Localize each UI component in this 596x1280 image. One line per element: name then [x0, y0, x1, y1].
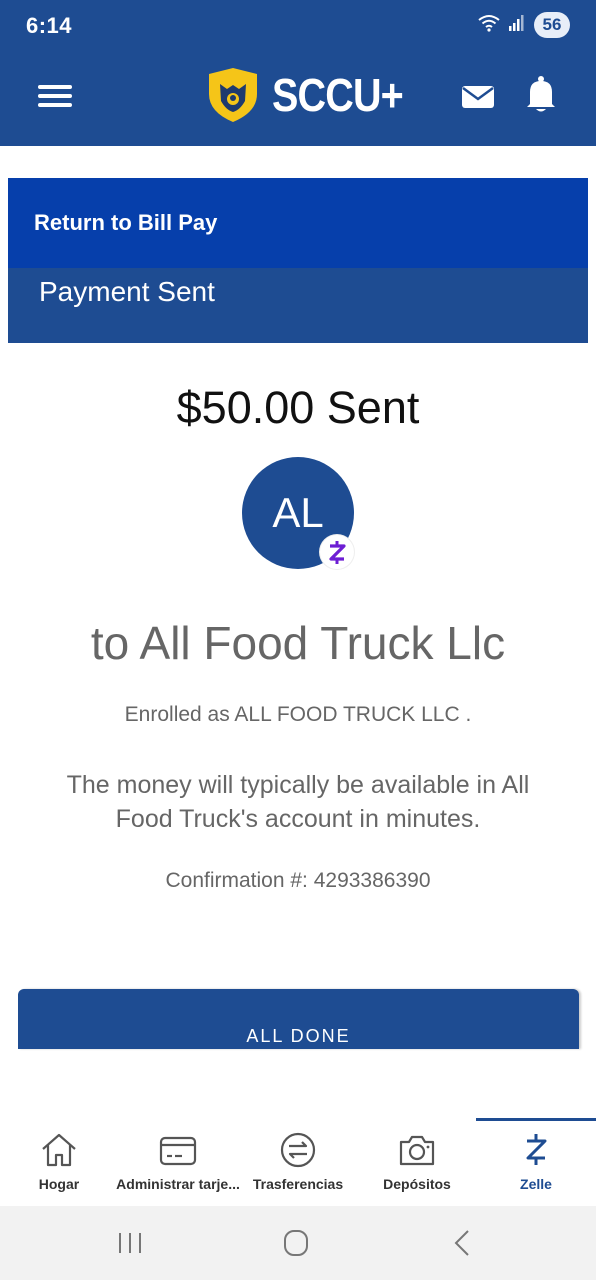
confirmation-number: Confirmation #: 4293386390 — [165, 869, 431, 892]
app-header: SCCU+ — [0, 50, 596, 146]
top-bar: 6:14 56 SCCU+ — [0, 0, 596, 146]
nav-label: Trasferencias — [252, 1176, 344, 1192]
status-time: 6:14 — [26, 13, 73, 38]
status-indicators: 56 — [478, 12, 570, 38]
availability-message: The money will typically be available in… — [66, 771, 530, 833]
page-title: Payment Sent — [39, 276, 215, 307]
zelle-icon — [329, 541, 346, 564]
nav-item-zelle[interactable]: Zelle — [476, 1118, 596, 1206]
camera-icon — [397, 1130, 437, 1170]
status-bar: 6:14 56 — [0, 0, 596, 50]
nav-item-trasferencias[interactable]: Trasferencias — [238, 1118, 358, 1206]
home-system-button[interactable] — [276, 1228, 316, 1258]
amount-sent: $50.00 Sent — [176, 382, 420, 433]
nav-label: Zelle — [520, 1176, 552, 1192]
payment-header-panel: Return to Bill Pay Payment Sent — [8, 178, 588, 343]
system-nav-bar — [0, 1206, 596, 1280]
enrolled-as-text: Enrolled as ALL FOOD TRUCK LLC . — [124, 703, 472, 726]
nav-label: Hogar — [38, 1176, 80, 1192]
back-button[interactable] — [444, 1228, 484, 1258]
all-done-button[interactable]: ALL DONE — [18, 989, 579, 1049]
recipient-name: to All Food Truck Llc — [90, 617, 506, 669]
bottom-nav: Hogar Administrar tarje... Trasferencias — [0, 1118, 596, 1206]
return-to-bill-pay-link[interactable]: Return to Bill Pay — [8, 178, 588, 268]
hamburger-icon — [38, 85, 72, 107]
nav-label: Depósitos — [383, 1176, 451, 1192]
signal-icon — [508, 14, 526, 37]
nav-item-administrar-tarjetas[interactable]: Administrar tarje... — [116, 1118, 240, 1206]
wifi-icon — [478, 14, 500, 37]
avatar-initials: AL — [272, 489, 324, 536]
back-chevron-icon — [454, 1230, 469, 1256]
battery-indicator: 56 — [534, 12, 570, 38]
transfer-icon — [278, 1130, 318, 1170]
card-icon — [158, 1130, 198, 1170]
nav-label: Administrar tarje... — [116, 1176, 240, 1192]
recent-apps-button[interactable] — [110, 1228, 150, 1258]
nav-item-depositos[interactable]: Depósitos — [358, 1118, 476, 1206]
mail-icon — [462, 86, 494, 108]
bell-icon — [527, 76, 555, 112]
home-icon — [39, 1130, 79, 1170]
nav-item-hogar[interactable]: Hogar — [0, 1118, 118, 1206]
recent-apps-icon — [119, 1233, 141, 1253]
zelle-badge — [320, 535, 354, 569]
zelle-icon — [516, 1130, 556, 1170]
shield-logo-icon — [209, 68, 257, 122]
notifications-button[interactable] — [522, 74, 560, 114]
brand-logo: SCCU+ — [204, 66, 424, 124]
messages-button[interactable] — [460, 78, 496, 114]
brand-text: SCCU+ — [272, 69, 404, 121]
home-circle-icon — [284, 1230, 308, 1256]
menu-button[interactable] — [36, 76, 76, 116]
